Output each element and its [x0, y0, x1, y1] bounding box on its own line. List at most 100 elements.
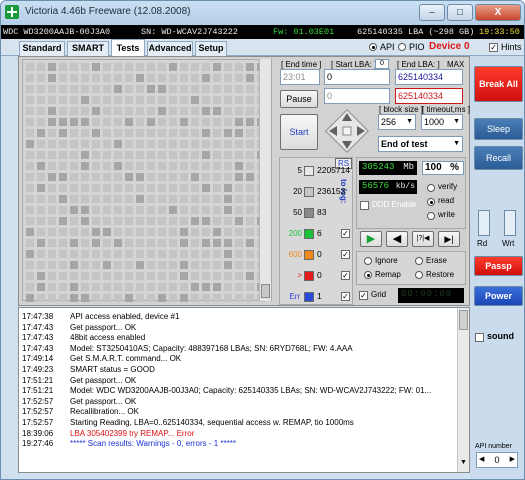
read-radio[interactable] [427, 198, 435, 206]
start-lba-spin[interactable]: 0 [375, 59, 389, 69]
tab-setup[interactable]: Setup [195, 41, 227, 56]
write-radio[interactable] [427, 212, 435, 220]
play-icon[interactable]: ▶ [360, 231, 382, 247]
secondary-end-input[interactable]: 625140334 [395, 88, 463, 104]
maximize-button[interactable]: □ [447, 4, 473, 21]
end-time-input[interactable]: 23:01 [280, 69, 320, 85]
tab-standard[interactable]: Standard [19, 41, 65, 56]
sector-block [125, 85, 133, 93]
grid-scroll-thumb[interactable] [261, 284, 270, 298]
sector-block [235, 272, 243, 280]
end-action-value: End of test [381, 139, 428, 149]
sector-block [235, 294, 243, 302]
close-button[interactable]: X [475, 4, 521, 21]
counter-label: Err [289, 292, 300, 301]
power-button[interactable]: Power [474, 286, 523, 306]
restore-radio[interactable] [415, 271, 423, 279]
ignore-radio[interactable] [364, 257, 372, 265]
skip-icon[interactable]: |?|◀ [412, 231, 434, 247]
sector-block [224, 74, 232, 82]
sector-block [191, 294, 199, 302]
sector-block [92, 239, 100, 247]
sector-block [103, 96, 111, 104]
sector-block [114, 294, 122, 302]
decrement-icon[interactable]: ◀ [479, 453, 484, 467]
sector-block [114, 140, 122, 148]
back-icon[interactable]: ◀ [386, 231, 408, 247]
sector-block [81, 283, 89, 291]
sector-block [224, 129, 232, 137]
end-lba-input[interactable]: 625140334 [395, 69, 463, 85]
sector-block [26, 250, 34, 258]
sector-block [103, 195, 111, 203]
sector-block [81, 272, 89, 280]
block-size-select[interactable]: 256 ▼ [378, 114, 416, 130]
sector-block [81, 294, 89, 302]
sector-block [48, 63, 56, 71]
verify-radio[interactable] [427, 184, 435, 192]
sector-block [136, 173, 144, 181]
sleep-button[interactable]: Sleep [474, 118, 523, 140]
chevron-down-icon: ▼ [453, 118, 460, 125]
sound-checkbox[interactable] [475, 333, 484, 342]
sector-block [224, 85, 232, 93]
minimize-button[interactable]: – [419, 4, 445, 21]
sector-block [213, 173, 221, 181]
hints-checkbox[interactable]: ✓ [489, 43, 498, 52]
log-scrollbar[interactable]: ▼ [457, 308, 469, 472]
sector-block [136, 63, 144, 71]
log-time: 17:52:57 [22, 396, 54, 406]
sector-block [202, 85, 210, 93]
to-log-checkbox[interactable]: ✓ [341, 292, 350, 301]
sector-block [202, 107, 210, 115]
grid-scrollbar[interactable] [259, 59, 271, 301]
sector-block [158, 63, 166, 71]
secondary-start-input[interactable]: 0 [324, 88, 390, 104]
restore-label: Restore [426, 270, 455, 279]
tab-smart[interactable]: SMART [67, 41, 109, 56]
passp-button[interactable]: Passp [474, 256, 523, 276]
sector-block [114, 162, 122, 170]
wrt-label: Wrt [502, 239, 515, 248]
scroll-down-icon[interactable]: ▼ [459, 458, 468, 470]
sector-block [246, 294, 254, 302]
sector-block [81, 85, 89, 93]
sector-block [158, 74, 166, 82]
sector-block [202, 195, 210, 203]
sector-block [125, 206, 133, 214]
sector-block [224, 151, 232, 159]
erase-radio[interactable] [415, 257, 423, 265]
start-lba-input[interactable]: 0 [324, 69, 390, 85]
pause-button[interactable]: Pause [280, 90, 318, 108]
tab-advanced[interactable]: Advanced [147, 41, 193, 56]
sector-block [103, 184, 111, 192]
remap-radio[interactable] [364, 271, 372, 279]
pio-radio[interactable] [398, 43, 406, 51]
to-log-checkbox[interactable]: ✓ [341, 271, 350, 280]
log-scroll-thumb[interactable] [459, 310, 468, 330]
end-action-select[interactable]: End of test ▼ [378, 136, 463, 152]
to-log-checkbox[interactable]: ✓ [341, 229, 350, 238]
end-lba-max-label[interactable]: MAX [447, 60, 464, 69]
recall-button[interactable]: Recall [474, 146, 523, 170]
title-bar[interactable]: Victoria 4.46b Freeware (12.08.2008) – □… [1, 1, 524, 25]
increment-icon[interactable]: ▶ [510, 453, 515, 467]
start-button[interactable]: Start [280, 114, 318, 150]
grid-checkbox[interactable]: ✓ [359, 291, 368, 300]
sector-block [114, 85, 122, 93]
sector-block [169, 228, 177, 236]
api-number-input[interactable]: ◀ 0 ▶ [476, 452, 518, 468]
sector-block [37, 217, 45, 225]
sector-block [59, 63, 67, 71]
ddd-enable-checkbox[interactable] [360, 201, 369, 210]
break-all-button[interactable]: Break All [474, 66, 523, 102]
end-icon[interactable]: ▶| [438, 231, 460, 247]
timeout-select[interactable]: 1000 ▼ [421, 114, 463, 130]
sector-block [213, 294, 221, 302]
api-radio[interactable] [369, 43, 377, 51]
sector-block [158, 162, 166, 170]
sector-block [169, 195, 177, 203]
to-log-checkbox[interactable]: ✓ [341, 250, 350, 259]
sector-block [125, 250, 133, 258]
tab-tests[interactable]: Tests [111, 39, 145, 56]
